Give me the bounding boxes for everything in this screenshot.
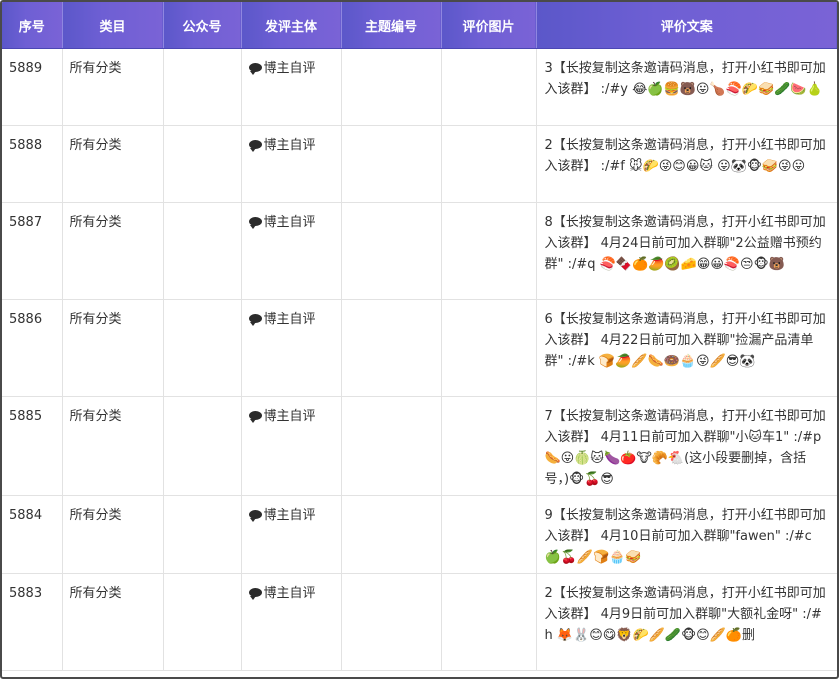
cell-author: 博主自评 [241, 202, 342, 300]
cell-author: 博主自评 [241, 495, 342, 574]
author-label: 博主自评 [263, 586, 316, 601]
cell-account [163, 125, 242, 203]
cell-account [163, 202, 242, 300]
cell-review-text: 7【长按复制这条邀请码消息，打开小红书即可加入该群】 4月11日前可加入群聊"小… [536, 396, 837, 496]
table-row[interactable]: 5885 所有分类 博主自评 7【长按复制这条邀请码消息，打开小红书即可加入该群… [2, 396, 837, 496]
header-category[interactable]: 类目 [62, 2, 164, 49]
cell-topic [341, 202, 442, 300]
cell-topic [341, 396, 442, 496]
cell-review-text: 9【长按复制这条邀请码消息，打开小红书即可加入该群】 4月10日前可加入群聊"f… [536, 495, 837, 574]
cell-review-text: 8【长按复制这条邀请码消息，打开小红书即可加入该群】 4月24日前可加入群聊"2… [536, 202, 837, 300]
comment-icon [248, 411, 262, 423]
header-text[interactable]: 评价文案 [536, 2, 837, 49]
cell-category: 所有分类 [62, 299, 164, 397]
author-label: 博主自评 [263, 61, 316, 76]
cell-topic [341, 299, 442, 397]
cell-account [163, 495, 242, 574]
cell-category: 所有分类 [62, 202, 164, 300]
cell-index: 5885 [2, 396, 63, 496]
cell-index: 5887 [2, 202, 63, 300]
cell-topic [341, 125, 442, 203]
cell-index: 5886 [2, 299, 63, 397]
header-image[interactable]: 评价图片 [441, 2, 537, 49]
cell-topic [341, 48, 442, 126]
cell-review-text: 6【长按复制这条邀请码消息，打开小红书即可加入该群】 4月22日前可加入群聊"捡… [536, 299, 837, 397]
cell-author: 博主自评 [241, 125, 342, 203]
cell-index: 5889 [2, 48, 63, 126]
comment-icon [248, 63, 262, 75]
author-label: 博主自评 [263, 138, 316, 153]
cell-account [163, 48, 242, 126]
cell-image [441, 125, 537, 203]
table-row[interactable]: 5889 所有分类 博主自评 3【长按复制这条邀请码消息，打开小红书即可加入该群… [2, 48, 837, 126]
cell-index: 5883 [2, 573, 63, 671]
cell-image [441, 202, 537, 300]
cell-review-text: 3【长按复制这条邀请码消息，打开小红书即可加入该群】 :/#y 😂🍏🍔🐻😛🍗🍣🌮… [536, 48, 837, 126]
table-row[interactable]: 5887 所有分类 博主自评 8【长按复制这条邀请码消息，打开小红书即可加入该群… [2, 202, 837, 300]
table-row[interactable]: 5886 所有分类 博主自评 6【长按复制这条邀请码消息，打开小红书即可加入该群… [2, 299, 837, 397]
cell-account [163, 396, 242, 496]
cell-index: 5888 [2, 125, 63, 203]
cell-account [163, 299, 242, 397]
author-label: 博主自评 [263, 312, 316, 327]
cell-image [441, 299, 537, 397]
cell-topic [341, 573, 442, 671]
cell-index: 5884 [2, 495, 63, 574]
comment-icon [248, 588, 262, 600]
table-row[interactable]: 5888 所有分类 博主自评 2【长按复制这条邀请码消息，打开小红书即可加入该群… [2, 125, 837, 203]
cell-review-text: 2【长按复制这条邀请码消息，打开小红书即可加入该群】 4月9日前可加入群聊"大额… [536, 573, 837, 671]
cell-author: 博主自评 [241, 396, 342, 496]
cell-author: 博主自评 [241, 299, 342, 397]
header-topic[interactable]: 主题编号 [341, 2, 442, 49]
cell-topic [341, 495, 442, 574]
cell-category: 所有分类 [62, 573, 164, 671]
author-label: 博主自评 [263, 409, 316, 424]
cell-image [441, 48, 537, 126]
comment-icon [248, 314, 262, 326]
cell-category: 所有分类 [62, 125, 164, 203]
table-header-row: 序号 类目 公众号 发评主体 主题编号 评价图片 评价文案 [2, 2, 837, 49]
header-index[interactable]: 序号 [2, 2, 63, 49]
table-row[interactable]: 5883 所有分类 博主自评 2【长按复制这条邀请码消息，打开小红书即可加入该群… [2, 573, 837, 671]
data-table-container: 序号 类目 公众号 发评主体 主题编号 评价图片 评价文案 5889 所有分类 … [0, 0, 839, 679]
cell-author: 博主自评 [241, 48, 342, 126]
author-label: 博主自评 [263, 215, 316, 230]
cell-category: 所有分类 [62, 48, 164, 126]
comment-icon [248, 510, 262, 522]
table-row[interactable]: 5884 所有分类 博主自评 9【长按复制这条邀请码消息，打开小红书即可加入该群… [2, 495, 837, 574]
comment-icon [248, 217, 262, 229]
cell-category: 所有分类 [62, 396, 164, 496]
cell-category: 所有分类 [62, 495, 164, 574]
cell-review-text: 2【长按复制这条邀请码消息，打开小红书即可加入该群】 :/#f 🐭🌮😜😊😀🐱 😛… [536, 125, 837, 203]
header-author[interactable]: 发评主体 [241, 2, 342, 49]
review-table: 序号 类目 公众号 发评主体 主题编号 评价图片 评价文案 5889 所有分类 … [2, 2, 837, 671]
cell-image [441, 396, 537, 496]
author-label: 博主自评 [263, 508, 316, 523]
header-account[interactable]: 公众号 [163, 2, 242, 49]
cell-image [441, 495, 537, 574]
cell-account [163, 573, 242, 671]
cell-image [441, 573, 537, 671]
cell-author: 博主自评 [241, 573, 342, 671]
comment-icon [248, 140, 262, 152]
